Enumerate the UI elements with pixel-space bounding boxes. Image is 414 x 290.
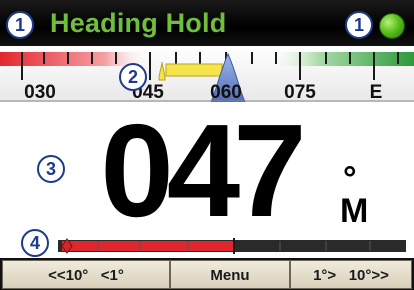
menu-button[interactable]: Menu [170,260,290,289]
target-course-bar [165,63,223,77]
autopilot-screen: Heading Hold 030 045 060 075 E 047 ° M <… [0,0,414,290]
mode-title: Heading Hold [50,8,227,38]
heading-reference: M [340,192,369,230]
port-steer-button[interactable]: <<10° <1° [2,260,170,289]
starboard-limit-zone [268,52,414,66]
rudder-indicator [0,234,414,258]
degree-symbol: ° [343,160,357,198]
callout-1-led: 1 [345,11,373,39]
compass-scale [0,52,414,102]
status-led-icon [379,13,405,39]
callout-2: 2 [119,63,147,91]
callout-4: 4 [21,229,49,257]
callout-1-title: 1 [6,11,34,39]
rudder-bar-graphic [58,238,406,254]
starboard-steer-button[interactable]: 1°> 10°>> [290,260,412,289]
rudder-fill [62,241,234,251]
compass-tape: 030 045 060 075 E [0,46,414,103]
callout-3: 3 [37,155,65,183]
target-course-marker [158,61,166,81]
softkey-bar: <<10° <1° Menu 1°> 10°>> [0,258,414,290]
